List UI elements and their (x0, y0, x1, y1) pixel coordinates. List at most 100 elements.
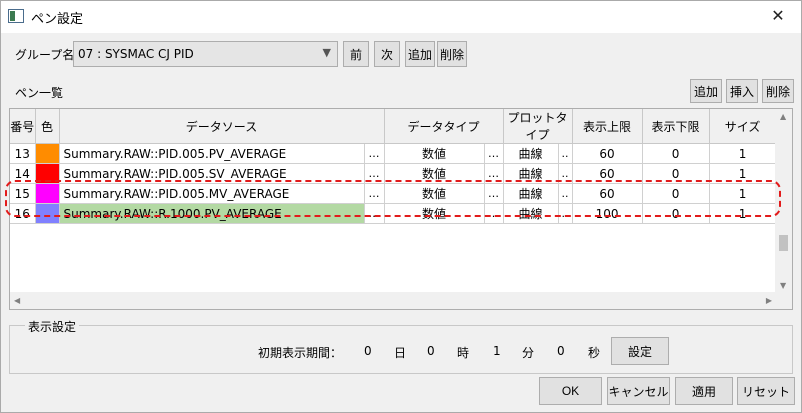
column-header-number[interactable]: 番号 (10, 109, 36, 144)
pen-lower-limit[interactable]: 0 (642, 203, 710, 224)
vertical-scroll-thumb[interactable] (779, 235, 788, 251)
data-source-browse-button[interactable]: … (364, 143, 385, 164)
plot-type-browse-button[interactable]: .. (558, 183, 573, 204)
days-unit: 日 (394, 346, 407, 360)
pen-upper-limit[interactable]: 60 (572, 183, 643, 204)
pen-lower-limit[interactable]: 0 (642, 163, 710, 184)
next-group-button[interactable]: 次 (374, 41, 400, 67)
pen-upper-limit[interactable]: 60 (572, 163, 643, 184)
pen-color-swatch[interactable] (35, 143, 60, 164)
app-icon (8, 9, 24, 23)
pen-upper-limit[interactable]: 60 (572, 143, 643, 164)
pen-plot-type[interactable]: 曲線 (503, 143, 559, 164)
pen-size[interactable]: 1 (709, 163, 777, 184)
pen-color-swatch[interactable] (35, 163, 60, 184)
plot-type-browse-button[interactable]: .. (558, 203, 573, 224)
column-header-color[interactable]: 色 (35, 109, 60, 144)
table-row[interactable]: 13 Summary.RAW::PID.005.PV_AVERAGE… 数値… 曲線.… (10, 143, 777, 164)
data-type-browse-button[interactable]: … (484, 143, 504, 164)
scroll-left-icon[interactable]: ◀ (14, 296, 20, 305)
column-header-data-type[interactable]: データタイプ (384, 109, 504, 144)
pen-size[interactable]: 1 (709, 183, 777, 204)
pen-data-source[interactable]: Summary.RAW::R.1000.PV_AVERAGE (59, 203, 365, 224)
apply-button[interactable]: 適用 (675, 377, 733, 405)
pen-list-label: ペン一覧 (15, 86, 64, 100)
color-swatch[interactable] (35, 144, 58, 163)
empty-cell (10, 224, 776, 244)
data-type-browse-button[interactable]: … (484, 163, 504, 184)
table-row[interactable]: 14 Summary.RAW::PID.005.SV_AVERAGE… 数値… 曲線.… (10, 163, 777, 184)
insert-pen-button[interactable]: 挿入 (726, 79, 758, 103)
pen-data-type[interactable]: 数値 (384, 183, 485, 204)
color-swatch[interactable] (35, 164, 58, 183)
pen-data-type[interactable]: 数値 (384, 143, 485, 164)
pen-number: 14 (10, 163, 36, 184)
vertical-scrollbar[interactable]: ▲ ▼ (775, 109, 792, 293)
column-header-lower-limit[interactable]: 表示下限 (642, 109, 710, 144)
pen-data-type[interactable]: 数値 (384, 203, 485, 224)
pen-data-source[interactable]: Summary.RAW::PID.005.SV_AVERAGE (59, 163, 365, 184)
add-group-button[interactable]: 追加 (405, 41, 435, 67)
pen-lower-limit[interactable]: 0 (642, 183, 710, 204)
pen-color-swatch[interactable] (35, 203, 60, 224)
empty-row (10, 244, 776, 264)
plot-type-browse-button[interactable]: .. (558, 163, 573, 184)
pen-plot-type[interactable]: 曲線 (503, 163, 559, 184)
initial-period-label: 初期表示期間： (258, 346, 343, 360)
seconds-value[interactable]: 0 (557, 344, 565, 358)
pen-data-source[interactable]: Summary.RAW::PID.005.PV_AVERAGE (59, 143, 365, 164)
horizontal-scrollbar[interactable]: ◀ ▶ (10, 292, 776, 309)
data-source-browse-button[interactable]: … (364, 203, 385, 224)
group-name-label: グループ名 (15, 48, 75, 62)
scroll-right-icon[interactable]: ▶ (766, 296, 772, 305)
scrollbar-corner (775, 292, 792, 309)
pen-data-source[interactable]: Summary.RAW::PID.005.MV_AVERAGE (59, 183, 365, 204)
plot-type-browse-button[interactable]: .. (558, 143, 573, 164)
scroll-up-icon[interactable]: ▲ (780, 112, 786, 121)
chevron-down-icon[interactable]: ▼ (323, 46, 331, 59)
table-row[interactable]: 16 Summary.RAW::R.1000.PV_AVERAGE… 数値… 曲線..… (10, 203, 777, 224)
cancel-button[interactable]: キャンセル (607, 377, 670, 405)
column-header-data-source[interactable]: データソース (59, 109, 385, 144)
color-swatch[interactable] (35, 204, 58, 223)
data-source-browse-button[interactable]: … (364, 163, 385, 184)
pen-size[interactable]: 1 (709, 143, 777, 164)
pen-upper-limit[interactable]: 100 (572, 203, 643, 224)
data-source-browse-button[interactable]: … (364, 183, 385, 204)
ok-button[interactable]: OK (539, 377, 602, 405)
seconds-unit: 秒 (588, 346, 601, 360)
delete-pen-button[interactable]: 削除 (762, 79, 794, 103)
empty-row (10, 224, 776, 244)
color-swatch[interactable] (35, 184, 58, 203)
set-period-button[interactable]: 設定 (611, 337, 669, 365)
pen-color-swatch[interactable] (35, 183, 60, 204)
column-header-upper-limit[interactable]: 表示上限 (572, 109, 643, 144)
pen-number: 13 (10, 143, 36, 164)
empty-row (10, 264, 776, 284)
delete-group-button[interactable]: 削除 (437, 41, 467, 67)
pen-plot-type[interactable]: 曲線 (503, 203, 559, 224)
hours-value[interactable]: 0 (427, 344, 435, 358)
pen-data-type[interactable]: 数値 (384, 163, 485, 184)
reset-button[interactable]: リセット (737, 377, 795, 405)
data-type-browse-button[interactable]: … (484, 203, 504, 224)
window-title: ペン設定 (31, 12, 84, 27)
add-pen-button[interactable]: 追加 (690, 79, 722, 103)
pen-number: 16 (10, 203, 36, 224)
pen-plot-type[interactable]: 曲線 (503, 183, 559, 204)
column-header-plot-type[interactable]: プロットタイプ (503, 109, 573, 144)
pen-number: 15 (10, 183, 36, 204)
column-header-size[interactable]: サイズ (709, 109, 777, 144)
pen-lower-limit[interactable]: 0 (642, 143, 710, 164)
pen-grid: 番号 色 データソース データタイプ プロットタイプ 表示上限 表示下限 サイズ… (10, 109, 777, 304)
empty-cell (10, 264, 776, 284)
group-select[interactable]: 07 : SYSMAC CJ PID ▼ (73, 41, 338, 67)
pen-size[interactable]: 1 (709, 203, 777, 224)
prev-group-button[interactable]: 前 (343, 41, 369, 67)
days-value[interactable]: 0 (364, 344, 372, 358)
data-type-browse-button[interactable]: … (484, 183, 504, 204)
scroll-down-icon[interactable]: ▼ (780, 281, 786, 290)
table-row[interactable]: 15 Summary.RAW::PID.005.MV_AVERAGE… 数値… 曲線.… (10, 183, 777, 204)
close-icon[interactable]: ✕ (755, 1, 801, 33)
minutes-value[interactable]: 1 (493, 344, 501, 358)
